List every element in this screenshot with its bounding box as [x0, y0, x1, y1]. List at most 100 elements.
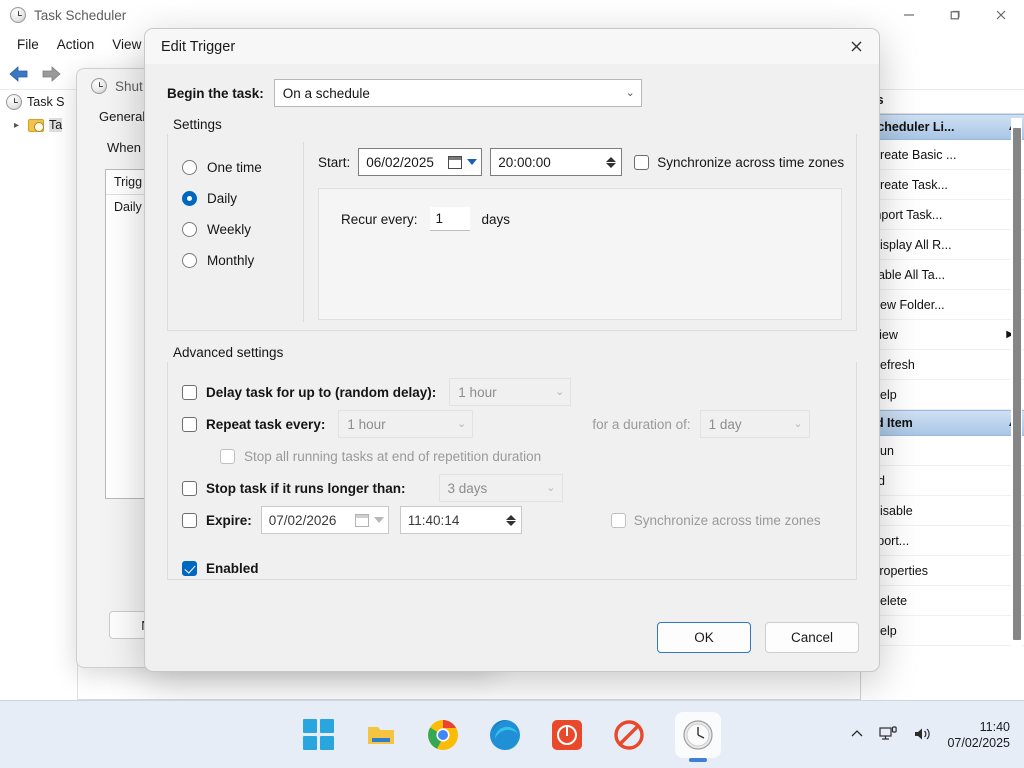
action-label: New Folder... [871, 298, 945, 312]
action-refresh[interactable]: Refresh [861, 350, 1024, 380]
duration-label: for a duration of: [592, 417, 690, 432]
action-create-basic-task[interactable]: Create Basic ... [861, 140, 1024, 170]
properties-when-label: When [107, 140, 141, 155]
chevron-down-icon[interactable]: ⌄ [457, 419, 466, 430]
tree-item-task-scheduler-library[interactable]: ▸ Ta [0, 114, 77, 136]
delay-task-row[interactable]: Delay task for up to (random delay): 1 h… [182, 376, 856, 408]
menu-action[interactable]: Action [48, 34, 104, 55]
radio-indicator[interactable] [182, 160, 197, 175]
calendar-icon[interactable] [448, 156, 462, 169]
radio-indicator[interactable] [182, 253, 197, 268]
minimize-icon[interactable] [886, 0, 932, 30]
power-app-button[interactable] [551, 719, 583, 751]
radio-weekly[interactable]: Weekly [182, 214, 303, 245]
block-app-button[interactable] [613, 719, 645, 751]
radio-daily[interactable]: Daily [182, 183, 303, 214]
action-run[interactable]: Run [861, 436, 1024, 466]
sync-timezones-checkbox[interactable] [634, 155, 649, 170]
action-export[interactable]: xport... [861, 526, 1024, 556]
repeat-task-row[interactable]: Repeat task every: 1 hour ⌄ for a durati… [182, 408, 856, 440]
tab-general[interactable]: General [99, 109, 145, 124]
network-icon[interactable] [879, 726, 899, 745]
chevron-right-icon[interactable]: ▸ [14, 120, 23, 131]
delay-task-checkbox[interactable] [182, 385, 197, 400]
enabled-checkbox[interactable] [182, 561, 197, 576]
forward-arrow-icon[interactable] [38, 62, 64, 86]
begin-task-combobox[interactable]: On a schedule ⌄ [274, 79, 642, 107]
radio-indicator[interactable] [182, 191, 197, 206]
sync-timezones-checkbox-row[interactable]: Synchronize across time zones [634, 155, 844, 170]
stop-task-longer-combobox[interactable]: 3 days ⌄ [439, 474, 563, 502]
action-properties[interactable]: Properties [861, 556, 1024, 586]
stop-all-running-row[interactable]: Stop all running tasks at end of repetit… [182, 440, 856, 472]
delay-task-combobox[interactable]: 1 hour ⌄ [449, 378, 571, 406]
chevron-down-icon[interactable]: ⌄ [626, 88, 635, 99]
duration-combobox[interactable]: 1 day ⌄ [700, 410, 810, 438]
action-disable[interactable]: Disable [861, 496, 1024, 526]
edit-trigger-dialog: Edit Trigger Begin the task: On a schedu… [144, 28, 880, 672]
maximize-icon[interactable] [932, 0, 978, 30]
microsoft-edge-button[interactable] [489, 719, 521, 751]
action-new-folder[interactable]: New Folder... [861, 290, 1024, 320]
expire-time-input[interactable]: 11:40:14 [400, 506, 522, 534]
google-chrome-button[interactable] [427, 719, 459, 751]
recurrence-panel: Recur every: 1 days [318, 188, 842, 320]
expire-sync-label: Synchronize across time zones [634, 513, 821, 528]
file-explorer-button[interactable] [365, 719, 397, 751]
radio-one-time[interactable]: One time [182, 152, 303, 183]
speaker-icon[interactable] [913, 726, 933, 745]
action-label: nable All Ta... [871, 268, 945, 282]
start-label: Start: [318, 155, 350, 170]
tree-item-root[interactable]: Task S [0, 90, 77, 114]
expire-checkbox[interactable] [182, 513, 197, 528]
stop-task-longer-checkbox[interactable] [182, 481, 197, 496]
action-import-task[interactable]: mport Task... [861, 200, 1024, 230]
triangle-down-icon[interactable] [374, 517, 384, 523]
repeat-task-checkbox[interactable] [182, 417, 197, 432]
action-help-selected[interactable]: Help [861, 616, 1024, 646]
start-time-input[interactable]: 20:00:00 [490, 148, 622, 176]
actions-scrollbar-thumb[interactable] [1013, 128, 1021, 640]
enabled-row[interactable]: Enabled [182, 552, 856, 584]
chevron-down-icon[interactable]: ⌄ [555, 387, 564, 398]
action-enable-all-tasks-history[interactable]: nable All Ta... [861, 260, 1024, 290]
expire-row[interactable]: Expire: 07/02/2026 11:40:14 [182, 504, 856, 536]
close-icon[interactable] [978, 0, 1024, 30]
repeat-task-combobox[interactable]: 1 hour ⌄ [338, 410, 473, 438]
recur-input[interactable]: 1 [430, 207, 470, 231]
actions-scrollbar[interactable] [1011, 118, 1022, 688]
cancel-button[interactable]: Cancel [765, 622, 859, 653]
actions-group-scheduler-library[interactable]: Scheduler Li... ▲ [861, 114, 1024, 140]
expire-date-input[interactable]: 07/02/2026 [261, 506, 389, 534]
chevron-down-icon[interactable]: ⌄ [546, 483, 555, 494]
chevron-up-icon[interactable] [849, 728, 865, 743]
action-create-task[interactable]: Create Task... [861, 170, 1024, 200]
ok-button[interactable]: OK [657, 622, 751, 653]
spinner-icon[interactable] [506, 515, 518, 526]
action-delete[interactable]: Delete [861, 586, 1024, 616]
action-help[interactable]: Help [861, 380, 1024, 410]
triangle-down-icon[interactable] [467, 159, 477, 165]
task-scheduler-taskbar-button[interactable] [675, 712, 721, 758]
spinner-icon[interactable] [606, 157, 618, 168]
taskbar-clock[interactable]: 11:40 07/02/2025 [947, 719, 1010, 751]
action-end[interactable]: nd [861, 466, 1024, 496]
chevron-down-icon[interactable]: ⌄ [793, 419, 802, 430]
radio-monthly[interactable]: Monthly [182, 245, 303, 276]
main-titlebar: Task Scheduler [0, 0, 1024, 30]
action-display-all-running-tasks[interactable]: Display All R... [861, 230, 1024, 260]
back-arrow-icon[interactable] [6, 62, 32, 86]
radio-indicator[interactable] [182, 222, 197, 237]
expire-sync-row[interactable]: Synchronize across time zones [611, 513, 821, 528]
menu-file[interactable]: File [8, 34, 48, 55]
close-icon[interactable] [833, 29, 879, 65]
expire-sync-checkbox[interactable] [611, 513, 626, 528]
calendar-icon[interactable] [355, 514, 369, 527]
stop-task-longer-row[interactable]: Stop task if it runs longer than: 3 days… [182, 472, 856, 504]
action-view[interactable]: View ▶ [861, 320, 1024, 350]
start-date-input[interactable]: 06/02/2025 [358, 148, 482, 176]
stop-all-running-checkbox[interactable] [220, 449, 235, 464]
actions-group-selected-item[interactable]: ed Item ▲ [861, 410, 1024, 436]
tree-pane: Task S ▸ Ta [0, 90, 78, 700]
start-button[interactable] [303, 719, 335, 751]
